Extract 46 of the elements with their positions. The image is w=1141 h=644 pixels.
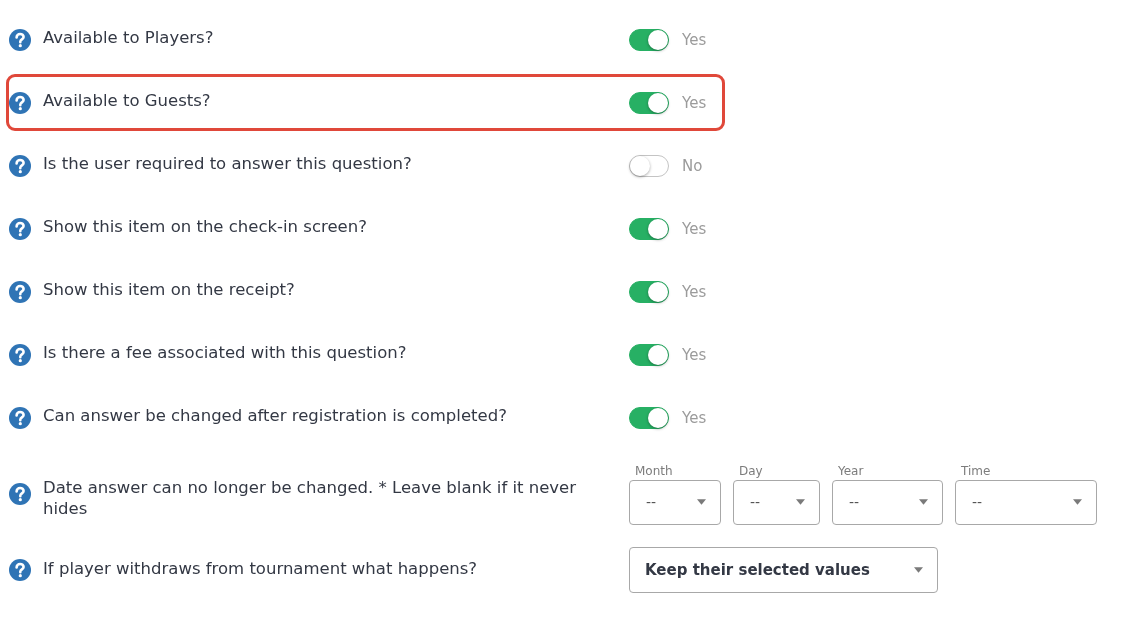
dropdown-field[interactable]: -- <box>955 479 1097 525</box>
help-icon[interactable] <box>9 154 31 177</box>
dropdown-field[interactable]: -- <box>733 479 820 525</box>
question-label: Date answer can no longer be changed. * Leave blank if it never hides <box>43 477 578 519</box>
field-label: Year <box>837 463 865 478</box>
question-label: If player withdraws from tournament what happens? <box>43 557 479 579</box>
toggle-state-label: Yes <box>682 282 707 301</box>
caret-icon <box>1073 499 1082 505</box>
question-label: Available to Players? <box>43 27 215 48</box>
toggle-state-label: Yes <box>682 30 707 49</box>
caret-icon <box>919 499 928 505</box>
toggle-switch[interactable] <box>629 343 669 366</box>
question-label: Is there a fee associated with this question? <box>43 342 408 363</box>
toggle-switch[interactable] <box>629 28 669 51</box>
question-label: Can answer be changed after registration is completed? <box>43 405 508 426</box>
toggle-switch[interactable] <box>629 280 669 303</box>
help-icon[interactable] <box>9 280 31 303</box>
question-label: Show this item on the receipt? <box>43 279 296 300</box>
help-icon[interactable] <box>9 91 31 114</box>
help-icon[interactable] <box>9 406 31 429</box>
toggle-switch[interactable] <box>629 406 669 429</box>
toggle-state-label: No <box>682 156 703 175</box>
toggle-state-label: Yes <box>682 93 707 112</box>
question-label: Show this item on the check-in screen? <box>43 216 368 237</box>
help-icon[interactable] <box>9 28 31 51</box>
toggle-switch[interactable] <box>629 91 669 114</box>
field-label: Day <box>738 463 764 478</box>
dropdown-field[interactable]: Keep their selected values <box>629 547 938 593</box>
toggle-state-label: Yes <box>682 219 707 238</box>
caret-icon <box>697 499 706 505</box>
question-label: Available to Guests? <box>43 90 212 111</box>
toggle-switch[interactable] <box>629 154 669 177</box>
help-icon[interactable] <box>9 559 31 581</box>
help-icon[interactable] <box>9 343 31 366</box>
help-icon[interactable] <box>9 483 31 505</box>
field-label: Month <box>634 463 674 478</box>
caret-icon <box>796 499 805 505</box>
help-icon[interactable] <box>9 217 31 240</box>
caret-icon <box>914 567 923 573</box>
field-label: Time <box>960 463 992 478</box>
question-label: Is the user required to answer this question? <box>43 153 413 174</box>
dropdown-field[interactable]: -- <box>629 479 721 525</box>
toggle-state-label: Yes <box>682 345 707 364</box>
toggle-state-label: Yes <box>682 408 707 427</box>
toggle-switch[interactable] <box>629 217 669 240</box>
dropdown-field[interactable]: -- <box>832 479 943 525</box>
